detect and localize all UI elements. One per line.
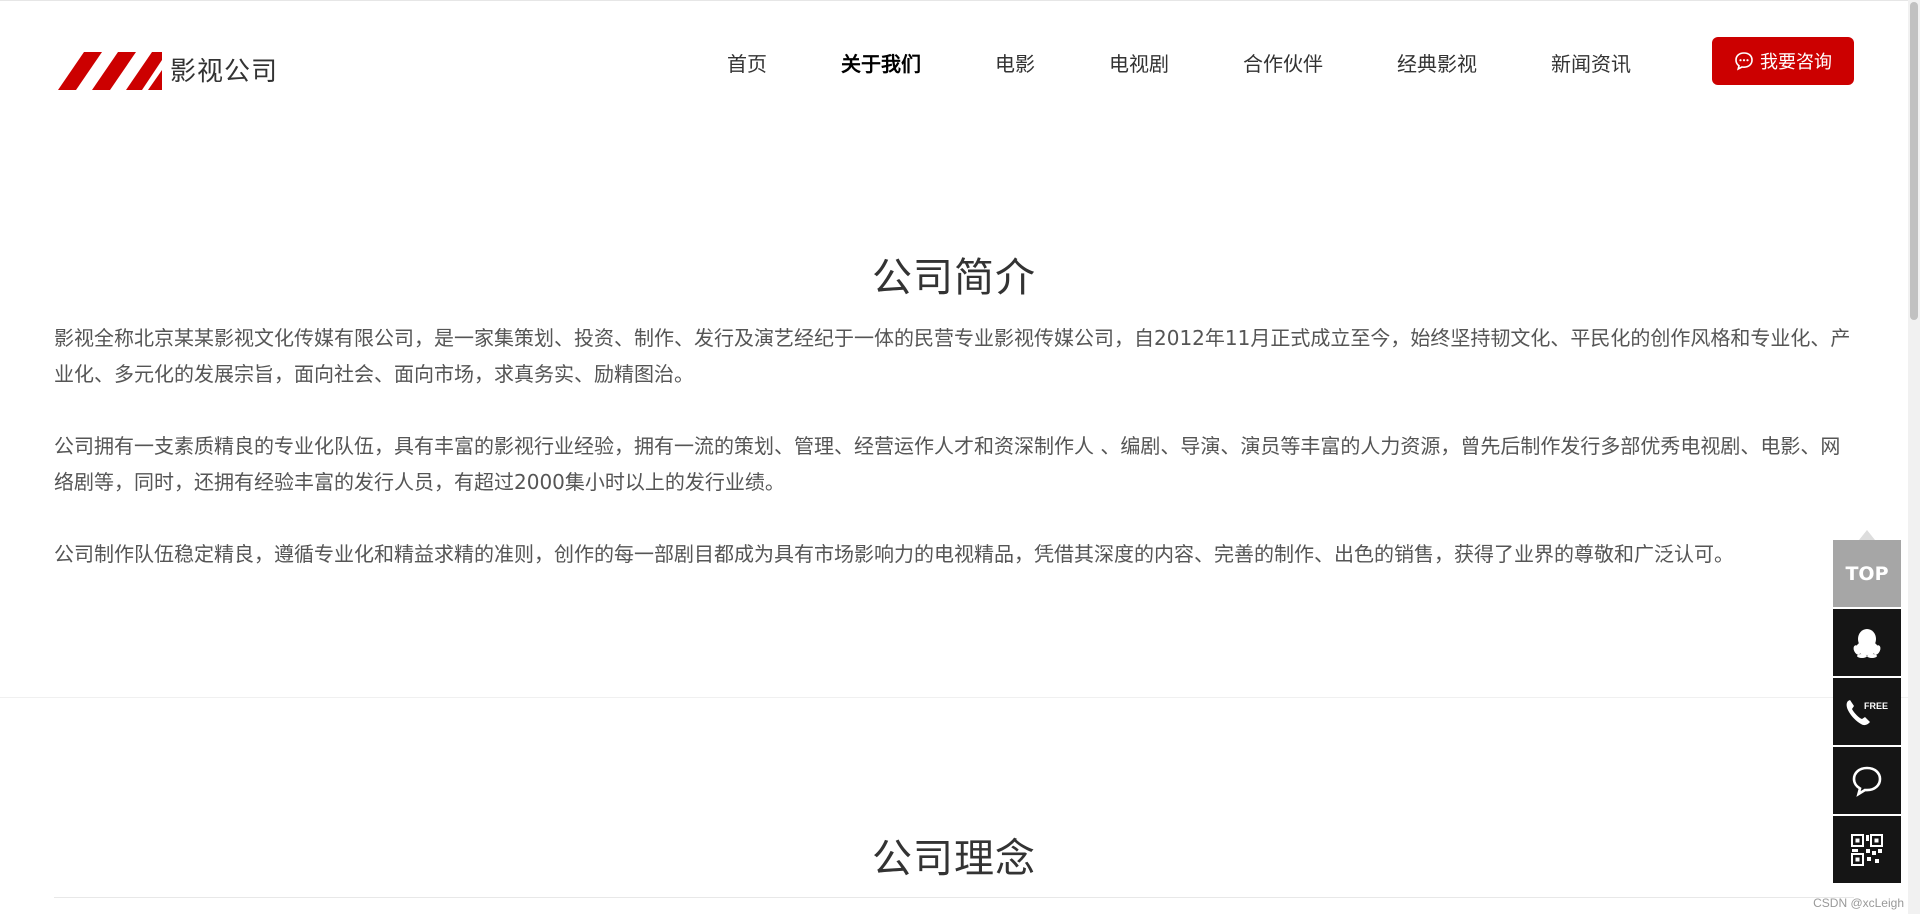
nav-item-news[interactable]: 新闻资讯 (1514, 48, 1668, 77)
online-chat-button[interactable] (1833, 747, 1901, 814)
nav-item-tv-series[interactable]: 电视剧 (1072, 48, 1206, 77)
nav-item-home[interactable]: 首页 (690, 48, 804, 77)
nav-item-about[interactable]: 关于我们 (804, 48, 958, 77)
logo-text: 影视公司 (170, 56, 279, 87)
qq-icon (1853, 628, 1881, 658)
nav-item-classics[interactable]: 经典影视 (1360, 48, 1514, 77)
consult-button[interactable]: 我要咨询 (1712, 37, 1854, 85)
intro-paragraph-2: 公司拥有一支素质精良的专业化队伍，具有丰富的影视行业经验，拥有一流的策划、管理、… (54, 434, 1841, 494)
logo-stripes-icon (58, 52, 162, 90)
intro-paragraph-1: 影视全称北京某某影视文化传媒有限公司，是一家集策划、投资、制作、发行及演艺经纪于… (54, 326, 1851, 386)
watermark: CSDN @xcLeigh (1813, 896, 1904, 910)
section-title-concept: 公司理念 (872, 836, 1036, 883)
free-badge: FREE (1864, 701, 1888, 711)
back-to-top-button[interactable]: TOP (1833, 540, 1901, 607)
chat-icon (1852, 766, 1882, 797)
nav-item-partners[interactable]: 合作伙伴 (1206, 48, 1360, 77)
toolbar-arrow (1859, 530, 1875, 540)
page: 影视公司 首页 关于我们 电影 电视剧 合作伙伴 经典影视 新闻资讯 我要咨询 … (0, 0, 1920, 914)
chat-bubble-icon (1735, 52, 1753, 71)
section-divider (0, 697, 1908, 698)
free-phone-icon: FREE (1846, 699, 1888, 725)
site-header: 影视公司 首页 关于我们 电影 电视剧 合作伙伴 经典影视 新闻资讯 我要咨询 (0, 0, 1920, 120)
page-scrollbar[interactable] (1908, 0, 1920, 914)
site-logo[interactable]: 影视公司 (58, 48, 278, 90)
scrollbar-thumb[interactable] (1910, 2, 1918, 320)
qr-code-button[interactable] (1833, 816, 1901, 883)
free-phone-button[interactable]: FREE (1833, 678, 1901, 745)
nav-item-movies[interactable]: 电影 (958, 48, 1072, 77)
concept-top-border (54, 897, 1854, 898)
qq-button[interactable] (1833, 609, 1901, 676)
qr-code-icon (1851, 833, 1883, 866)
consult-button-label: 我要咨询 (1760, 52, 1832, 73)
main-nav: 首页 关于我们 电影 电视剧 合作伙伴 经典影视 新闻资讯 (690, 38, 1668, 86)
section-title-intro: 公司简介 (872, 255, 1036, 302)
back-to-top-label: TOP (1845, 562, 1889, 585)
intro-paragraph-3: 公司制作队伍稳定精良，遵循专业化和精益求精的准则，创作的每一部剧目都成为具有市场… (54, 542, 1734, 566)
